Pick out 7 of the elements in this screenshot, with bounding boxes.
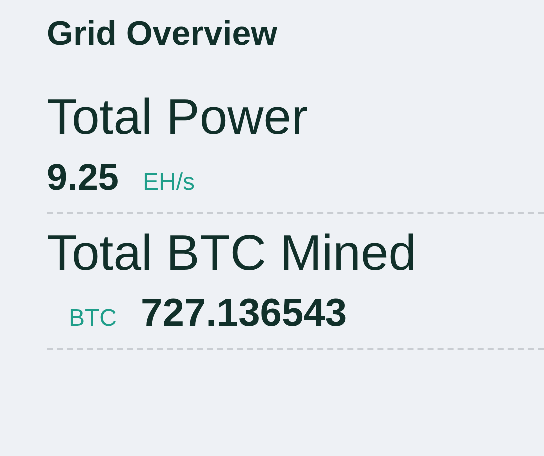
- stat-unit: BTC: [69, 305, 117, 333]
- stat-value: 9.25: [47, 156, 120, 200]
- stat-value: 727.136543: [141, 292, 348, 336]
- section-title: Grid Overview: [47, 14, 279, 55]
- stat-label: Total Power: [47, 88, 310, 146]
- stat-label: Total BTC Mined: [47, 224, 418, 282]
- stat-unit: EH/s: [143, 169, 196, 197]
